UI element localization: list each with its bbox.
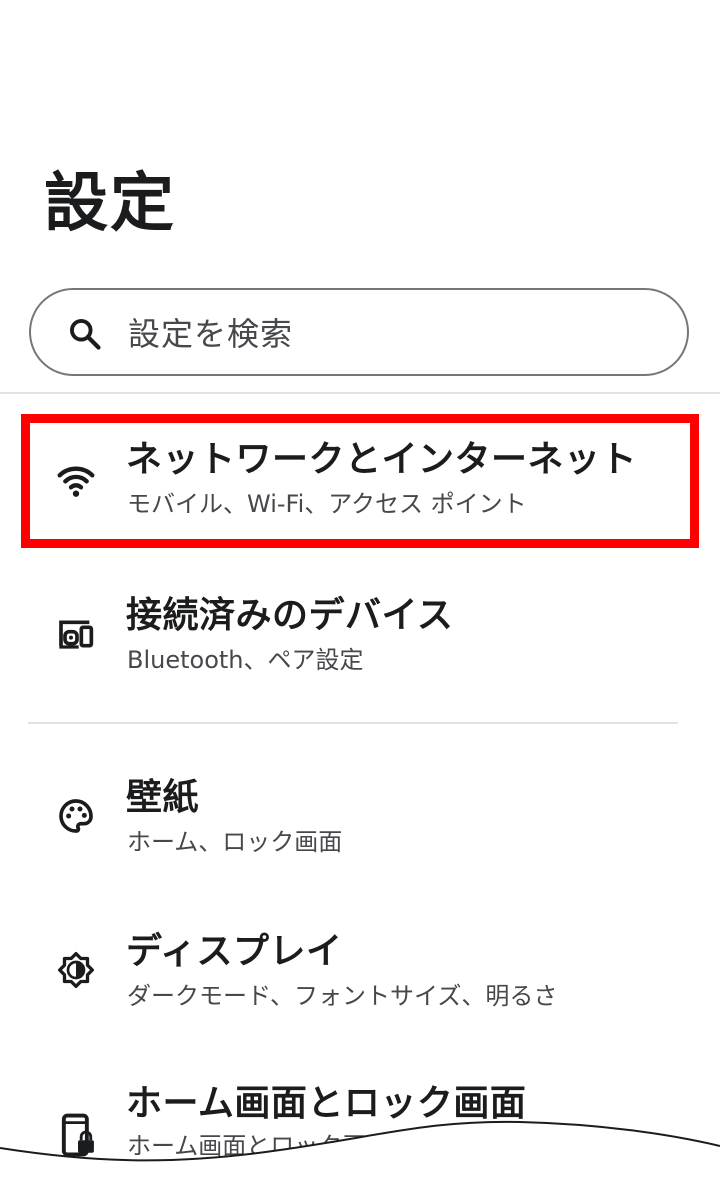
search-placeholder: 設定を検索: [128, 315, 294, 353]
settings-item-display[interactable]: ディスプレイ ダークモード、フォントサイズ、明るさ: [0, 910, 720, 1038]
palette-icon: [59, 799, 93, 833]
settings-item-subtitle: ホーム、ロック画面: [127, 828, 343, 856]
highlight-box: [21, 414, 699, 548]
torn-edge: [0, 1120, 720, 1200]
page-title: 設定: [44, 167, 176, 241]
settings-item-subtitle: Bluetooth、ペア設定: [127, 646, 364, 674]
search-bar[interactable]: 設定を検索: [29, 288, 689, 376]
settings-item-subtitle: ダークモード、フォントサイズ、明るさ: [127, 982, 558, 1010]
settings-item-title: 接続済みのデバイス: [126, 595, 454, 636]
settings-item-wallpaper[interactable]: 壁紙 ホーム、ロック画面: [0, 756, 720, 884]
brightness-icon: [58, 952, 95, 988]
settings-item-connected-devices[interactable]: 接続済みのデバイス Bluetooth、ペア設定: [0, 574, 720, 702]
connected-devices-icon: [59, 620, 94, 649]
divider: [0, 392, 720, 394]
settings-item-title: 壁紙: [126, 777, 200, 818]
divider: [28, 722, 678, 724]
search-icon: [70, 319, 101, 350]
settings-item-title: ディスプレイ: [126, 931, 343, 972]
